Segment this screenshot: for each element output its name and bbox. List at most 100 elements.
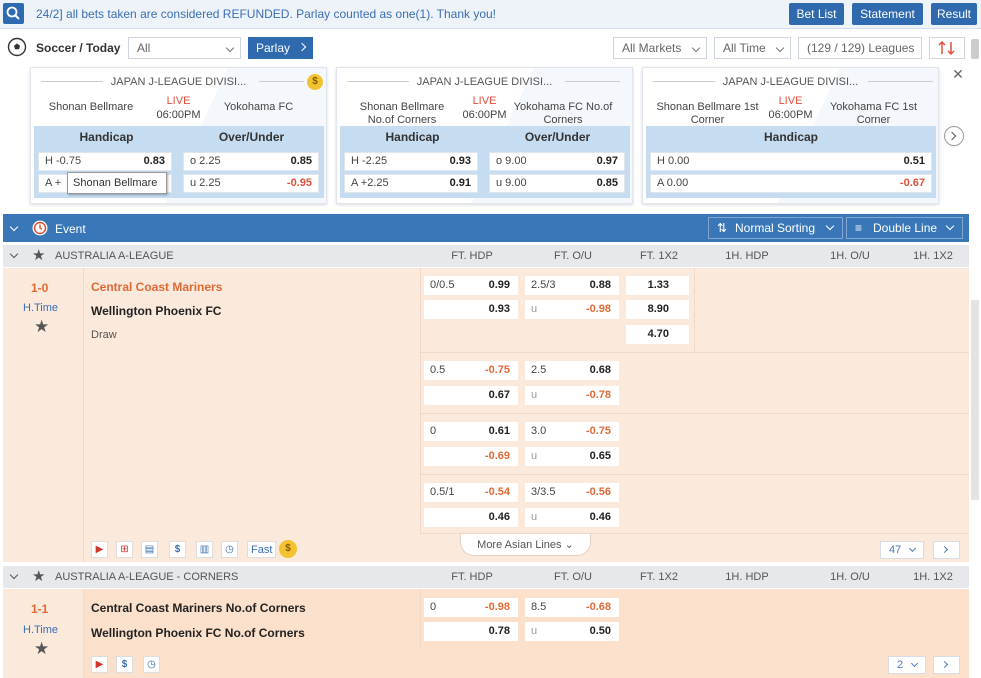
hdp-away-odds[interactable]: 0.46 — [424, 508, 518, 527]
close-icon[interactable]: ✕ — [951, 67, 965, 81]
column-header: 1H. HDP — [725, 571, 769, 583]
ou-line: 2.5 — [531, 364, 547, 376]
featured-match-card-2[interactable]: JAPAN J-LEAGUE DIVISI... Shonan Bellmare… — [336, 67, 633, 204]
odds-value: 4.70 — [647, 328, 669, 340]
search-button[interactable] — [3, 3, 24, 24]
odds-cell[interactable]: H -2.25 0.93 — [344, 152, 478, 171]
sort-toggle[interactable] — [929, 37, 965, 59]
line-mode-select[interactable]: ≡ Double Line — [846, 217, 963, 239]
parlay-button[interactable]: Parlay — [248, 37, 313, 59]
coin-icon[interactable]: $ — [279, 540, 297, 558]
cashout-icon[interactable]: $ — [169, 541, 186, 558]
chevron-down-icon[interactable] — [9, 249, 19, 259]
odds-cell[interactable]: H 0.00 0.51 — [650, 152, 932, 171]
star-icon[interactable]: ★ — [34, 639, 49, 659]
hdp-home-odds[interactable]: 0 -0.98 — [424, 598, 518, 617]
scrollbar-thumb[interactable] — [971, 39, 979, 59]
hdp-away-odds[interactable]: -0.69 — [424, 447, 518, 466]
hdp-away-odds[interactable]: 0.67 — [424, 386, 518, 405]
tooltip: Shonan Bellmare — [67, 172, 167, 194]
event-bar: Event ⇅ Normal Sorting ≡ Double Line — [3, 214, 969, 242]
odds-value: -0.69 — [484, 450, 510, 462]
odds-cell[interactable]: u 9.00 0.85 — [489, 174, 625, 193]
live-tv-icon[interactable]: ⊞ — [116, 541, 133, 558]
search-icon — [6, 6, 20, 20]
star-icon[interactable]: ★ — [32, 567, 45, 585]
home-team[interactable]: Central Coast Mariners No.of Corners — [91, 601, 306, 615]
odds-cell[interactable]: u 2.25 -0.95 — [183, 174, 319, 193]
leagues-select[interactable]: (129 / 129) Leagues — [798, 37, 922, 59]
star-icon[interactable]: ★ — [32, 246, 45, 264]
cashout-icon[interactable]: $ — [116, 656, 133, 673]
ou-under-odds[interactable]: u 0.50 — [525, 622, 619, 641]
fast-market-button[interactable]: Fast — [247, 541, 277, 558]
sport-select[interactable]: All — [128, 37, 241, 59]
ou-under-odds[interactable]: u 0.46 — [525, 508, 619, 527]
card-home-team: Shonan Bellmare No.of Corners — [359, 101, 445, 126]
ou-over-odds[interactable]: 2.5 0.68 — [525, 361, 619, 380]
hdp-away-odds[interactable]: 0.93 — [424, 300, 518, 319]
statistics-icon[interactable]: ▤ — [141, 541, 158, 558]
markets-select[interactable]: All Markets — [613, 37, 707, 59]
carousel-next-button[interactable] — [944, 126, 964, 146]
odds-value: -0.56 — [585, 486, 611, 498]
card-away-team: Yokohama FC 1st Corner — [829, 101, 918, 126]
chevron-down-icon[interactable] — [9, 222, 19, 232]
hdp-away-odds[interactable]: 0.78 — [424, 622, 518, 641]
hdp-home-odds[interactable]: 0/0.5 0.99 — [424, 276, 518, 295]
1x2-draw-odds[interactable]: 4.70 — [626, 325, 689, 344]
list-icon: ≡ — [855, 221, 863, 235]
featured-match-card-1[interactable]: JAPAN J-LEAGUE DIVISI... $ Shonan Bellma… — [30, 67, 327, 204]
time-select[interactable]: All Time — [714, 37, 791, 59]
sort-icon: ⇅ — [717, 221, 728, 235]
handicap-header: Handicap — [646, 126, 936, 148]
chevron-down-icon[interactable] — [9, 570, 19, 580]
odds-line: A 0.00 — [657, 177, 689, 189]
live-stream-icon[interactable]: ▶ — [91, 541, 108, 558]
1x2-away-odds[interactable]: 8.90 — [626, 300, 689, 319]
ou-over-odds[interactable]: 3.0 -0.75 — [525, 422, 619, 441]
statement-button[interactable]: Statement — [852, 3, 923, 25]
next-button[interactable] — [933, 656, 960, 674]
odds-cell[interactable]: A +2.25 0.91 — [344, 174, 478, 193]
chevron-down-icon: ⌄ — [564, 539, 574, 551]
page-scrollbar[interactable] — [971, 300, 979, 500]
away-team[interactable]: Wellington Phoenix FC — [91, 304, 221, 318]
chevron-down-icon — [691, 43, 701, 53]
ou-under-odds[interactable]: u -0.98 — [525, 300, 619, 319]
markets-count-select[interactable]: 47 — [880, 541, 924, 559]
more-asian-lines-label: More Asian Lines — [477, 539, 562, 551]
hdp-home-odds[interactable]: 0.5 -0.75 — [424, 361, 518, 380]
star-icon[interactable]: ★ — [34, 317, 49, 337]
sorting-select[interactable]: ⇅ Normal Sorting — [708, 217, 843, 239]
league-header[interactable]: ★ AUSTRALIA A-LEAGUE - CORNERS FT. HDP F… — [3, 566, 969, 588]
bar-chart-icon[interactable]: ▥ — [196, 541, 213, 558]
away-team[interactable]: Wellington Phoenix FC No.of Corners — [91, 626, 305, 640]
ou-over-odds[interactable]: 3/3.5 -0.56 — [525, 483, 619, 502]
next-button[interactable] — [933, 541, 960, 559]
ou-over-odds[interactable]: 2.5/3 0.88 — [525, 276, 619, 295]
odds-value: -0.98 — [585, 303, 611, 315]
odds-cell[interactable]: o 2.25 0.85 — [183, 152, 319, 171]
coin-icon: $ — [307, 74, 323, 90]
hdp-home-odds[interactable]: 0 0.61 — [424, 422, 518, 441]
odds-cell[interactable]: o 9.00 0.97 — [489, 152, 625, 171]
result-button[interactable]: Result — [931, 3, 977, 25]
bet-list-button[interactable]: Bet List — [789, 3, 844, 25]
odds-cell[interactable]: A 0.00 -0.67 — [650, 174, 932, 193]
1x2-home-odds[interactable]: 1.33 — [626, 276, 689, 295]
history-icon[interactable]: ◷ — [221, 541, 238, 558]
ou-under-odds[interactable]: u -0.78 — [525, 386, 619, 405]
more-asian-lines-button[interactable]: More Asian Lines ⌄ — [460, 534, 591, 556]
odds-cell[interactable]: H -0.75 0.83 — [38, 152, 172, 171]
live-stream-icon[interactable]: ▶ — [91, 656, 108, 673]
markets-count-select[interactable]: 2 — [888, 656, 926, 674]
history-icon[interactable]: ◷ — [143, 656, 160, 673]
ou-under-odds[interactable]: u 0.65 — [525, 447, 619, 466]
hdp-home-odds[interactable]: 0.5/1 -0.54 — [424, 483, 518, 502]
odds-line: H -2.25 — [351, 155, 388, 167]
league-header[interactable]: ★ AUSTRALIA A-LEAGUE FT. HDP FT. O/U FT.… — [3, 245, 969, 267]
featured-match-card-3[interactable]: JAPAN J-LEAGUE DIVISI... Shonan Bellmare… — [642, 67, 939, 204]
ou-over-odds[interactable]: 8.5 -0.68 — [525, 598, 619, 617]
home-team[interactable]: Central Coast Mariners — [91, 280, 222, 294]
